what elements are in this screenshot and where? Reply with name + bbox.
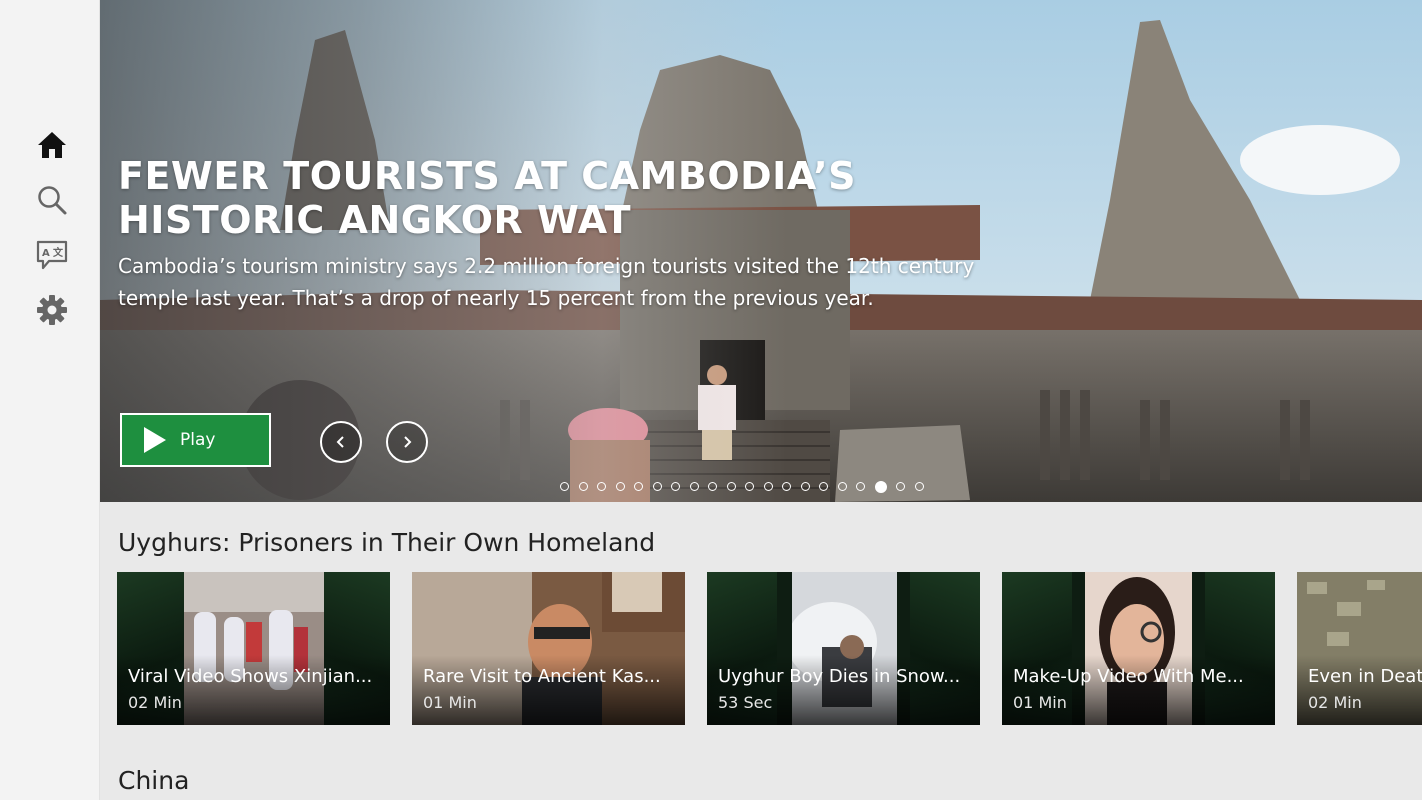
hero-description: Cambodia’s tourism ministry says 2.2 mil… [118, 254, 975, 310]
sidebar: A 文 [0, 0, 100, 800]
home-icon[interactable] [34, 127, 70, 163]
carousel-dot[interactable] [856, 482, 865, 491]
svg-text:A: A [42, 248, 50, 259]
hero-title: FEWER TOURISTS AT CAMBODIA’S HISTORIC AN… [118, 154, 857, 242]
gear-icon[interactable] [34, 292, 70, 328]
carousel-dot[interactable] [874, 480, 887, 493]
video-card[interactable]: Make-Up Video With Me... 01 Min [1002, 572, 1275, 725]
play-button[interactable]: Play [120, 413, 271, 467]
carousel-dot[interactable] [671, 482, 680, 491]
carousel-dot[interactable] [800, 482, 810, 491]
video-card[interactable]: Uyghur Boy Dies in Snow... 53 Sec [707, 572, 980, 725]
carousel-dot[interactable] [914, 482, 924, 491]
carousel-dot[interactable] [837, 482, 847, 491]
carousel-dot[interactable] [763, 482, 773, 491]
carousel-dot[interactable] [652, 482, 662, 491]
carousel-dot[interactable] [896, 482, 905, 491]
carousel-dot[interactable] [578, 482, 588, 491]
carousel-dot[interactable] [634, 482, 643, 491]
carousel-dot[interactable] [615, 482, 625, 491]
video-card[interactable]: Viral Video Shows Xinjian... 02 Min [117, 572, 390, 725]
carousel-dot[interactable] [819, 482, 828, 491]
next-slide-button[interactable] [386, 421, 428, 463]
video-card-title: Make-Up Video With Me... [1013, 666, 1244, 687]
video-card-title: Viral Video Shows Xinjian... [128, 666, 373, 687]
carousel-dot[interactable] [726, 482, 736, 491]
translate-icon[interactable]: A 文 [34, 237, 70, 273]
video-card-duration: 53 Sec [718, 693, 773, 712]
carousel-dot[interactable] [689, 482, 699, 491]
hero-banner[interactable]: FEWER TOURISTS AT CAMBODIA’S HISTORIC AN… [100, 0, 1422, 502]
chevron-left-icon [336, 436, 344, 448]
play-button-label: Play [180, 430, 216, 450]
carousel-dot[interactable] [560, 482, 569, 491]
previous-slide-button[interactable] [320, 421, 362, 463]
video-card-duration: 01 Min [1013, 693, 1067, 712]
video-card[interactable]: Even in Death 02 Min [1297, 572, 1422, 725]
carousel-dot[interactable] [708, 482, 717, 491]
svg-text:文: 文 [53, 246, 64, 259]
video-card-duration: 02 Min [1308, 693, 1362, 712]
search-icon[interactable] [34, 182, 70, 218]
video-card-duration: 01 Min [423, 693, 477, 712]
carousel-dot[interactable] [597, 482, 606, 491]
section-title: China [118, 766, 190, 795]
carousel-dot[interactable] [782, 482, 791, 491]
carousel-pagination [560, 480, 933, 493]
video-row: Viral Video Shows Xinjian... 02 Min Rare… [117, 572, 1422, 725]
section-title: Uyghurs: Prisoners in Their Own Homeland [118, 528, 656, 557]
play-icon [144, 427, 166, 453]
video-card-duration: 02 Min [128, 693, 182, 712]
video-card-title: Even in Death [1308, 666, 1422, 687]
chevron-right-icon [404, 436, 412, 448]
carousel-dot[interactable] [745, 482, 754, 491]
video-card-title: Rare Visit to Ancient Kas... [423, 666, 661, 687]
video-card-title: Uyghur Boy Dies in Snow... [718, 666, 961, 687]
video-card[interactable]: Rare Visit to Ancient Kas... 01 Min [412, 572, 685, 725]
